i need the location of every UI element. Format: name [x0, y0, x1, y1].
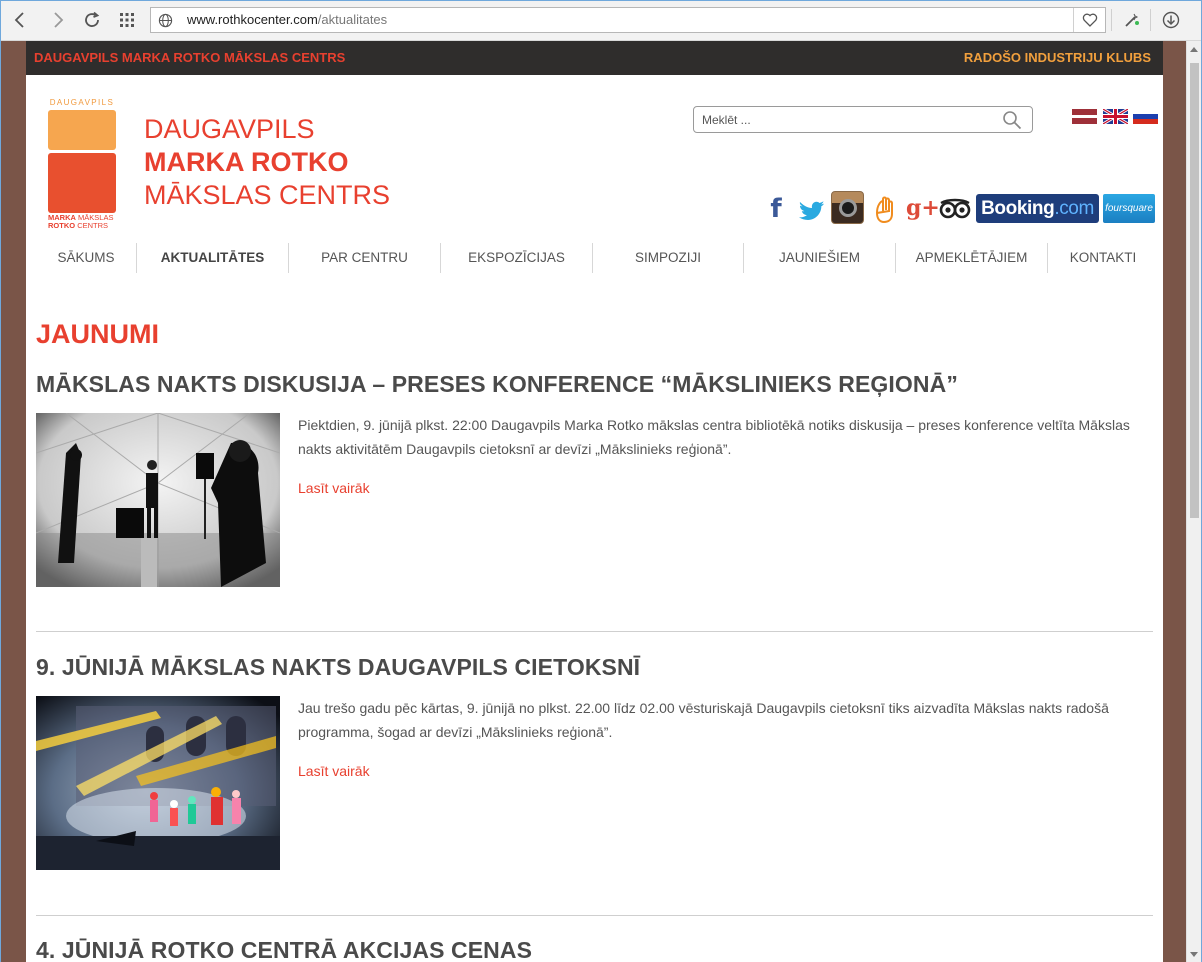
twitter-icon[interactable]	[796, 193, 828, 225]
logo-orange-square	[48, 110, 116, 150]
address-bar[interactable]: www.rothkocenter.com/aktualitates	[150, 7, 1106, 33]
search-icon[interactable]	[1002, 110, 1022, 130]
site-title-line1: DAUGAVPILS	[144, 114, 315, 144]
section-title: JAUNUMI	[36, 319, 160, 349]
site-title[interactable]: DAUGAVPILS MARKA ROTKO MĀKSLAS CENTRS	[144, 113, 390, 212]
scroll-down-icon[interactable]	[1190, 952, 1198, 957]
vertical-scrollbar[interactable]	[1186, 41, 1201, 962]
download-icon	[1162, 11, 1180, 29]
nav-item-kontakti[interactable]: KONTAKTI	[1048, 243, 1158, 273]
foursquare-button[interactable]: foursquare	[1103, 194, 1155, 223]
post-divider	[36, 631, 1153, 632]
facebook-icon[interactable]: f	[766, 193, 786, 225]
globe-icon	[158, 13, 173, 28]
read-more-link[interactable]: Lasīt vairāk	[298, 763, 370, 779]
post-title[interactable]: MĀKSLAS NAKTS DISKUSIJA – PRESES KONFERE…	[36, 371, 958, 398]
nav-item-apmeklejtajiem[interactable]: APMEKLĒTĀJIEM	[896, 243, 1047, 273]
post-title[interactable]: 4. JŪNIJĀ ROTKO CENTRĀ AKCIJAS CENAS	[36, 937, 532, 962]
top-bar: DAUGAVPILS MARKA ROTKO MĀKSLAS CENTRS RA…	[26, 41, 1163, 75]
flag-uk-icon[interactable]	[1103, 109, 1128, 124]
url-text: www.rothkocenter.com/aktualitates	[187, 12, 388, 27]
wand-icon	[1125, 13, 1139, 27]
heart-icon	[1082, 13, 1097, 27]
search-box	[693, 106, 1033, 133]
draugiem-icon[interactable]	[871, 193, 899, 225]
forward-button[interactable]	[45, 7, 71, 33]
read-more-link[interactable]: Lasīt vairāk	[298, 480, 370, 496]
post-divider	[36, 915, 1153, 916]
site-logo[interactable]: DAUGAVPILS MARKA MĀKSLAS ROTKO CENTRS	[48, 98, 118, 233]
bookmark-button[interactable]	[1073, 8, 1105, 32]
post-excerpt: Jau trešo gadu pēc kārtas, 9. jūnijā no …	[298, 700, 1109, 740]
booking-button[interactable]: Booking.com	[976, 194, 1099, 223]
nav-item-aktualitates[interactable]: AKTUALITĀTES	[137, 243, 288, 273]
logo-city-text: DAUGAVPILS	[49, 98, 115, 107]
flag-latvia-icon[interactable]	[1072, 109, 1097, 124]
site-title-line2: MARKA ROTKO	[144, 147, 349, 177]
home-link-topbar[interactable]: DAUGAVPILS MARKA ROTKO MĀKSLAS CENTRS	[34, 41, 345, 75]
creative-club-link[interactable]: RADOŠO INDUSTRIJU KLUBS	[964, 41, 1151, 75]
extension-button[interactable]	[1119, 7, 1145, 33]
forward-arrow-icon	[54, 12, 64, 28]
website: DAUGAVPILS MARKA ROTKO MĀKSLAS CENTRS RA…	[26, 41, 1163, 962]
back-button[interactable]	[7, 7, 33, 33]
nav-item-sakums[interactable]: SĀKUMS	[36, 243, 136, 273]
nav-item-simpoziji[interactable]: SIMPOZIJI	[593, 243, 743, 273]
logo-red-square	[48, 153, 116, 213]
tripadvisor-icon[interactable]	[938, 193, 972, 225]
scrollbar-thumb[interactable]	[1190, 63, 1199, 518]
main-navigation: SĀKUMS AKTUALITĀTES PAR CENTRU EKSPOZĪCI…	[26, 243, 1163, 275]
post-title[interactable]: 9. JŪNIJĀ MĀKSLAS NAKTS DAUGAVPILS CIETO…	[36, 654, 640, 681]
nav-item-jauniesiem[interactable]: JAUNIEŠIEM	[744, 243, 895, 273]
flag-russia-icon[interactable]	[1133, 109, 1158, 124]
site-title-line3: MĀKSLAS CENTRS	[144, 180, 391, 210]
post-thumbnail[interactable]	[36, 696, 280, 870]
googleplus-icon[interactable]: g+	[906, 193, 940, 225]
post-excerpt: Piektdien, 9. jūnijā plkst. 22:00 Daugav…	[298, 417, 1130, 457]
search-input[interactable]	[702, 111, 992, 129]
logo-bottom-text: MARKA MĀKSLAS ROTKO CENTRS	[48, 213, 114, 230]
speed-dial-button[interactable]	[114, 7, 140, 33]
browser-toolbar: www.rothkocenter.com/aktualitates	[1, 1, 1201, 41]
scroll-up-icon[interactable]	[1190, 47, 1198, 52]
downloads-button[interactable]	[1158, 7, 1184, 33]
post-thumbnail[interactable]	[36, 413, 280, 587]
back-arrow-icon	[14, 12, 24, 28]
instagram-icon[interactable]	[831, 191, 864, 224]
reload-button[interactable]	[79, 7, 105, 33]
nav-item-ekspozicijas[interactable]: EKSPOZĪCIJAS	[441, 243, 592, 273]
reload-icon	[85, 11, 100, 27]
nav-item-par-centru[interactable]: PAR CENTRU	[289, 243, 440, 273]
grid-icon	[120, 13, 134, 27]
